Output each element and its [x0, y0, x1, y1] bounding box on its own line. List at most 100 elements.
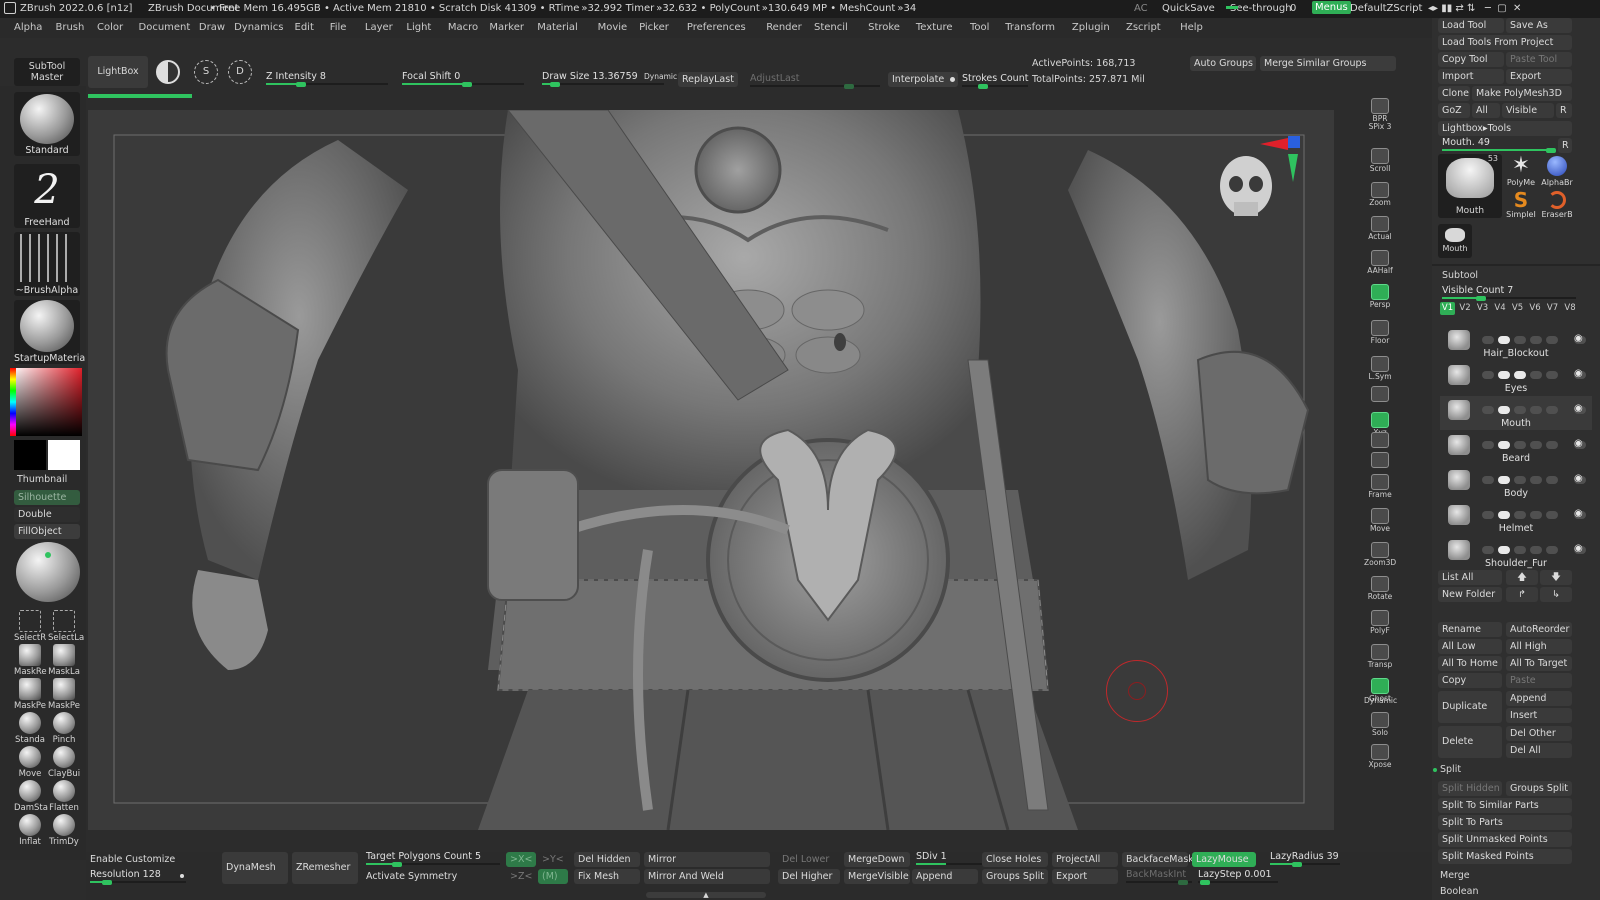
subtool-toggles[interactable]: ◉	[1482, 368, 1592, 381]
menu-dynamics[interactable]: Dynamics	[234, 22, 283, 33]
tool-selectla[interactable]: SelectLa	[48, 610, 84, 643]
tool-pinch[interactable]: Pinch	[48, 712, 80, 745]
tool-inflat[interactable]: Inflat	[14, 814, 46, 847]
main-color-swatch[interactable]	[14, 440, 46, 470]
tool-maskre[interactable]: MaskRe	[14, 644, 47, 677]
skull-orientation-icon[interactable]	[1220, 156, 1272, 216]
shelf-solo[interactable]: Solo	[1364, 710, 1396, 740]
replay-last-button[interactable]: ReplayLast	[678, 72, 738, 87]
menu-draw[interactable]: Draw	[199, 22, 225, 33]
subtool-toggles[interactable]: ◉	[1482, 508, 1592, 521]
project-all-button[interactable]: ProjectAll	[1052, 852, 1118, 867]
paste-subtool-button[interactable]: Paste	[1506, 673, 1572, 688]
shelf-polyf[interactable]: PolyF	[1364, 608, 1396, 638]
merge-section-header[interactable]: Merge	[1440, 870, 1470, 881]
eye-icon[interactable]: ◉	[1574, 543, 1583, 554]
shelf-scroll[interactable]: Scroll	[1364, 146, 1396, 176]
lazy-mouse-toggle[interactable]: LazyMouse	[1192, 852, 1256, 867]
interpolate-toggle[interactable]: Interpolate	[888, 72, 958, 87]
subtool-eyes[interactable]: ◉ Eyes	[1440, 361, 1592, 395]
stroke-freehand-tile[interactable]: 2 FreeHand	[14, 164, 80, 228]
resolution-slider[interactable]: Resolution 128	[90, 868, 186, 885]
shelf-rotate[interactable]: Rotate	[1364, 574, 1396, 604]
groups-split-bottom-button[interactable]: Groups Split	[982, 869, 1048, 884]
menu-zplugin[interactable]: Zplugin	[1072, 22, 1110, 33]
version-tab-v6[interactable]: V6	[1528, 302, 1543, 315]
version-tab-v7[interactable]: V7	[1545, 302, 1560, 315]
del-higher-button[interactable]: Del Higher	[778, 869, 840, 884]
y-symmetry-toggle[interactable]: >Y<	[538, 852, 568, 867]
move-down-button[interactable]: 🡇	[1540, 570, 1572, 585]
mouth-subtool-thumb[interactable]: Mouth	[1438, 224, 1472, 258]
viewport-canvas[interactable]	[88, 110, 1334, 830]
simplebrush-tool-thumb[interactable]: S SimpleI	[1504, 190, 1538, 220]
eye-icon[interactable]: ◉	[1574, 508, 1583, 519]
auto-groups-button[interactable]: Auto Groups	[1190, 56, 1256, 71]
shelf-actual[interactable]: Actual	[1364, 214, 1396, 244]
load-tools-from-project-button[interactable]: Load Tools From Project	[1438, 35, 1572, 50]
clone-button[interactable]: Clone	[1438, 86, 1470, 101]
fill-object-button[interactable]: FillObject	[14, 524, 80, 539]
subtool-body[interactable]: ◉ Body	[1440, 466, 1592, 500]
lightbox-button[interactable]: LightBox	[88, 56, 148, 88]
navigation-sphere-icon[interactable]	[16, 542, 80, 602]
menu-render[interactable]: Render	[766, 22, 802, 33]
auto-reorder-button[interactable]: AutoReorder	[1506, 622, 1572, 637]
make-polymesh-button[interactable]: Make PolyMesh3D	[1472, 86, 1572, 101]
merge-visible-button[interactable]: MergeVisible	[844, 869, 910, 884]
secondary-color-swatch[interactable]	[48, 440, 80, 470]
copy-tool-button[interactable]: Copy Tool	[1438, 52, 1504, 67]
paste-tool-button[interactable]: Paste Tool	[1506, 52, 1572, 67]
z-intensity-slider[interactable]: Z Intensity 8	[266, 70, 388, 87]
eye-icon[interactable]: ◉	[1574, 403, 1583, 414]
mirror-and-weld-button[interactable]: Mirror And Weld	[644, 869, 770, 884]
tool-trimdy[interactable]: TrimDy	[48, 814, 80, 847]
adjust-last-slider[interactable]: AdjustLast	[750, 72, 880, 89]
version-tab-v1[interactable]: V1	[1440, 302, 1455, 315]
menu-alpha[interactable]: Alpha	[14, 22, 42, 33]
menu-light[interactable]: Light	[406, 22, 431, 33]
split-unmasked-points-button[interactable]: Split Unmasked Points	[1438, 832, 1572, 847]
quicksave-button[interactable]: QuickSave	[1162, 3, 1215, 14]
edit-mode-icon[interactable]	[156, 60, 180, 84]
folder-out-button[interactable]: ↳	[1540, 587, 1572, 602]
shelf-zoom[interactable]: Zoom	[1364, 180, 1396, 210]
append-bottom-button[interactable]: Append	[912, 869, 978, 884]
tool-move[interactable]: Move	[14, 746, 46, 779]
default-zscript-button[interactable]: DefaultZScript	[1350, 3, 1422, 14]
merge-similar-groups-button[interactable]: Merge Similar Groups	[1260, 56, 1396, 71]
all-high-button[interactable]: All High	[1506, 639, 1572, 654]
brush-standard-tile[interactable]: Standard	[14, 92, 80, 156]
all-to-target-button[interactable]: All To Target	[1506, 656, 1572, 671]
lightbox-tools-button[interactable]: Lightbox▸Tools	[1438, 121, 1572, 136]
rename-button[interactable]: Rename	[1438, 622, 1502, 637]
focal-shift-slider[interactable]: Focal Shift 0	[402, 70, 524, 87]
visible-count-slider[interactable]: Visible Count 7	[1442, 284, 1576, 301]
menu-help[interactable]: Help	[1180, 22, 1203, 33]
subtool-mouth[interactable]: ◉ Mouth	[1440, 396, 1592, 430]
hue-strip[interactable]	[10, 368, 16, 436]
menu-brush[interactable]: Brush	[56, 22, 85, 33]
list-all-button[interactable]: List All	[1438, 570, 1502, 585]
shelf-persp[interactable]: Persp	[1364, 282, 1396, 312]
menu-macro[interactable]: Macro	[448, 22, 478, 33]
see-through-slider[interactable]: See-through 0	[1226, 3, 1304, 16]
append-button[interactable]: Append	[1506, 691, 1572, 706]
back-mask-int-slider[interactable]: BackMaskInt	[1126, 868, 1192, 885]
symmetry-s-icon[interactable]: S	[194, 60, 218, 84]
activate-symmetry-button[interactable]: Activate Symmetry	[362, 869, 461, 884]
shelf-l-sym[interactable]: L.Sym	[1364, 354, 1396, 384]
radial-symmetry-toggle[interactable]: (M)	[538, 869, 568, 884]
close-holes-button[interactable]: Close Holes	[982, 852, 1048, 867]
sculpt-model[interactable]	[88, 110, 1334, 830]
goz-button[interactable]: GoZ	[1438, 103, 1470, 118]
save-as-button[interactable]: Save As	[1506, 18, 1572, 33]
menu-texture[interactable]: Texture	[916, 22, 953, 33]
shelf-transp[interactable]: Transp	[1364, 642, 1396, 672]
tool-claybui[interactable]: ClayBui	[48, 746, 80, 779]
export-button[interactable]: Export	[1506, 69, 1572, 84]
ac-label[interactable]: AC	[1134, 3, 1148, 14]
split-masked-points-button[interactable]: Split Masked Points	[1438, 849, 1572, 864]
eye-icon[interactable]: ◉	[1574, 368, 1583, 379]
subtool-toggles[interactable]: ◉	[1482, 473, 1592, 486]
